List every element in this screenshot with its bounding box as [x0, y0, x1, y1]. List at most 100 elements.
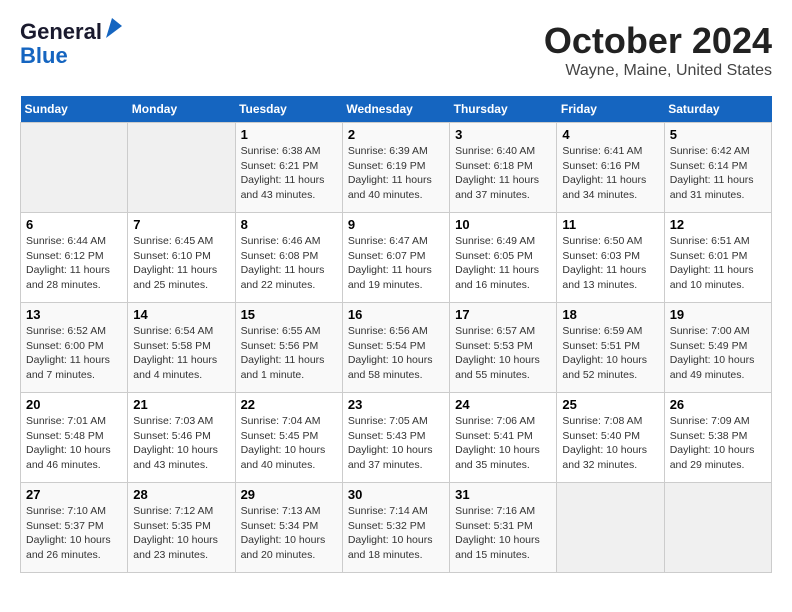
sunrise-label: Sunrise: 7:13 AM: [241, 505, 321, 517]
daylight-label: Daylight: 10 hours and 37 minutes.: [348, 444, 433, 471]
weekday-header-row: SundayMondayTuesdayWednesdayThursdayFrid…: [21, 96, 772, 123]
sunrise-label: Sunrise: 7:06 AM: [455, 415, 535, 427]
cell-content: Sunrise: 6:55 AMSunset: 5:56 PMDaylight:…: [241, 324, 337, 383]
table-row: 5Sunrise: 6:42 AMSunset: 6:14 PMDaylight…: [664, 123, 771, 213]
daylight-label: Daylight: 10 hours and 26 minutes.: [26, 534, 111, 561]
weekday-header-saturday: Saturday: [664, 96, 771, 123]
page-header: General Blue October 2024 Wayne, Maine, …: [20, 20, 772, 80]
logo-text: General: [20, 20, 102, 44]
sunrise-label: Sunrise: 6:49 AM: [455, 235, 535, 247]
daylight-label: Daylight: 10 hours and 52 minutes.: [562, 354, 647, 381]
table-row: 14Sunrise: 6:54 AMSunset: 5:58 PMDayligh…: [128, 303, 235, 393]
weekday-header-wednesday: Wednesday: [342, 96, 449, 123]
day-number: 4: [562, 127, 658, 142]
daylight-label: Daylight: 11 hours and 13 minutes.: [562, 264, 646, 291]
day-number: 15: [241, 307, 337, 322]
sunset-label: Sunset: 5:45 PM: [241, 430, 319, 442]
sunset-label: Sunset: 5:48 PM: [26, 430, 104, 442]
weekday-header-sunday: Sunday: [21, 96, 128, 123]
sunset-label: Sunset: 5:46 PM: [133, 430, 211, 442]
sunrise-label: Sunrise: 6:44 AM: [26, 235, 106, 247]
daylight-label: Daylight: 10 hours and 43 minutes.: [133, 444, 218, 471]
sunset-label: Sunset: 6:05 PM: [455, 250, 533, 262]
cell-content: Sunrise: 7:09 AMSunset: 5:38 PMDaylight:…: [670, 414, 766, 473]
day-number: 22: [241, 397, 337, 412]
cell-content: Sunrise: 7:01 AMSunset: 5:48 PMDaylight:…: [26, 414, 122, 473]
table-row: [557, 483, 664, 573]
daylight-label: Daylight: 10 hours and 55 minutes.: [455, 354, 540, 381]
daylight-label: Daylight: 11 hours and 34 minutes.: [562, 174, 646, 201]
table-row: 2Sunrise: 6:39 AMSunset: 6:19 PMDaylight…: [342, 123, 449, 213]
calendar-week-5: 27Sunrise: 7:10 AMSunset: 5:37 PMDayligh…: [21, 483, 772, 573]
sunrise-label: Sunrise: 6:46 AM: [241, 235, 321, 247]
sunrise-label: Sunrise: 6:52 AM: [26, 325, 106, 337]
table-row: 25Sunrise: 7:08 AMSunset: 5:40 PMDayligh…: [557, 393, 664, 483]
day-number: 24: [455, 397, 551, 412]
table-row: 8Sunrise: 6:46 AMSunset: 6:08 PMDaylight…: [235, 213, 342, 303]
calendar-week-1: 1Sunrise: 6:38 AMSunset: 6:21 PMDaylight…: [21, 123, 772, 213]
sunrise-label: Sunrise: 7:04 AM: [241, 415, 321, 427]
sunset-label: Sunset: 6:18 PM: [455, 160, 533, 172]
day-number: 23: [348, 397, 444, 412]
day-number: 29: [241, 487, 337, 502]
daylight-label: Daylight: 11 hours and 31 minutes.: [670, 174, 754, 201]
daylight-label: Daylight: 11 hours and 10 minutes.: [670, 264, 754, 291]
cell-content: Sunrise: 6:40 AMSunset: 6:18 PMDaylight:…: [455, 144, 551, 203]
sunset-label: Sunset: 5:58 PM: [133, 340, 211, 352]
daylight-label: Daylight: 10 hours and 58 minutes.: [348, 354, 433, 381]
calendar-week-3: 13Sunrise: 6:52 AMSunset: 6:00 PMDayligh…: [21, 303, 772, 393]
weekday-header-tuesday: Tuesday: [235, 96, 342, 123]
day-number: 7: [133, 217, 229, 232]
day-number: 18: [562, 307, 658, 322]
sunset-label: Sunset: 5:31 PM: [455, 520, 533, 532]
table-row: 9Sunrise: 6:47 AMSunset: 6:07 PMDaylight…: [342, 213, 449, 303]
sunset-label: Sunset: 6:03 PM: [562, 250, 640, 262]
daylight-label: Daylight: 11 hours and 40 minutes.: [348, 174, 432, 201]
day-number: 16: [348, 307, 444, 322]
cell-content: Sunrise: 7:03 AMSunset: 5:46 PMDaylight:…: [133, 414, 229, 473]
calendar-header: SundayMondayTuesdayWednesdayThursdayFrid…: [21, 96, 772, 123]
table-row: 22Sunrise: 7:04 AMSunset: 5:45 PMDayligh…: [235, 393, 342, 483]
daylight-label: Daylight: 11 hours and 16 minutes.: [455, 264, 539, 291]
day-number: 20: [26, 397, 122, 412]
daylight-label: Daylight: 11 hours and 25 minutes.: [133, 264, 217, 291]
table-row: 29Sunrise: 7:13 AMSunset: 5:34 PMDayligh…: [235, 483, 342, 573]
day-number: 5: [670, 127, 766, 142]
cell-content: Sunrise: 6:44 AMSunset: 6:12 PMDaylight:…: [26, 234, 122, 293]
sunrise-label: Sunrise: 6:39 AM: [348, 145, 428, 157]
daylight-label: Daylight: 11 hours and 4 minutes.: [133, 354, 217, 381]
cell-content: Sunrise: 6:46 AMSunset: 6:08 PMDaylight:…: [241, 234, 337, 293]
sunset-label: Sunset: 5:51 PM: [562, 340, 640, 352]
sunset-label: Sunset: 5:53 PM: [455, 340, 533, 352]
sunrise-label: Sunrise: 6:42 AM: [670, 145, 750, 157]
sunrise-label: Sunrise: 7:16 AM: [455, 505, 535, 517]
cell-content: Sunrise: 6:59 AMSunset: 5:51 PMDaylight:…: [562, 324, 658, 383]
sunrise-label: Sunrise: 6:41 AM: [562, 145, 642, 157]
sunset-label: Sunset: 6:21 PM: [241, 160, 319, 172]
table-row: 11Sunrise: 6:50 AMSunset: 6:03 PMDayligh…: [557, 213, 664, 303]
sunrise-label: Sunrise: 7:08 AM: [562, 415, 642, 427]
sunrise-label: Sunrise: 6:54 AM: [133, 325, 213, 337]
sunset-label: Sunset: 6:08 PM: [241, 250, 319, 262]
sunset-label: Sunset: 5:35 PM: [133, 520, 211, 532]
sunrise-label: Sunrise: 7:09 AM: [670, 415, 750, 427]
day-number: 17: [455, 307, 551, 322]
table-row: 31Sunrise: 7:16 AMSunset: 5:31 PMDayligh…: [450, 483, 557, 573]
cell-content: Sunrise: 6:45 AMSunset: 6:10 PMDaylight:…: [133, 234, 229, 293]
daylight-label: Daylight: 10 hours and 29 minutes.: [670, 444, 755, 471]
cell-content: Sunrise: 7:05 AMSunset: 5:43 PMDaylight:…: [348, 414, 444, 473]
table-row: 26Sunrise: 7:09 AMSunset: 5:38 PMDayligh…: [664, 393, 771, 483]
day-number: 2: [348, 127, 444, 142]
daylight-label: Daylight: 10 hours and 32 minutes.: [562, 444, 647, 471]
table-row: 24Sunrise: 7:06 AMSunset: 5:41 PMDayligh…: [450, 393, 557, 483]
day-number: 12: [670, 217, 766, 232]
daylight-label: Daylight: 10 hours and 23 minutes.: [133, 534, 218, 561]
daylight-label: Daylight: 11 hours and 43 minutes.: [241, 174, 325, 201]
day-number: 25: [562, 397, 658, 412]
day-number: 9: [348, 217, 444, 232]
day-number: 1: [241, 127, 337, 142]
day-number: 31: [455, 487, 551, 502]
sunset-label: Sunset: 6:12 PM: [26, 250, 104, 262]
cell-content: Sunrise: 7:16 AMSunset: 5:31 PMDaylight:…: [455, 504, 551, 563]
cell-content: Sunrise: 6:51 AMSunset: 6:01 PMDaylight:…: [670, 234, 766, 293]
